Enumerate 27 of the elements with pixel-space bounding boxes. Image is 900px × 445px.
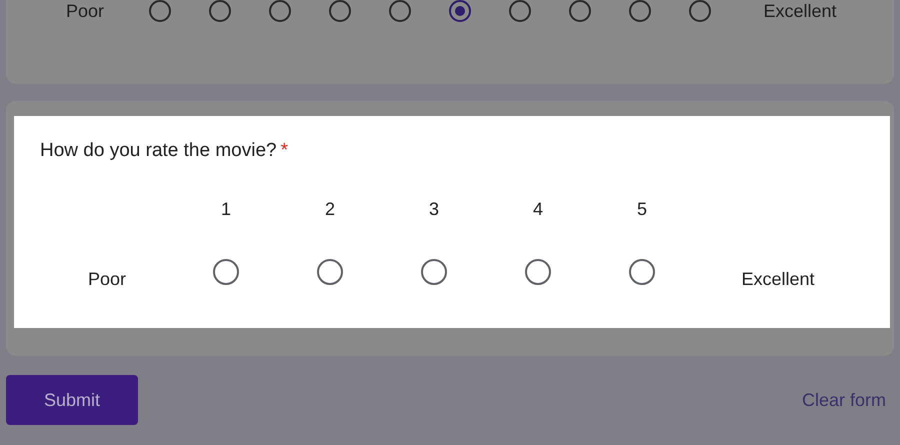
radio-button[interactable]	[269, 0, 291, 22]
scale-number: 3	[428, 198, 439, 220]
radio-button[interactable]	[149, 0, 171, 22]
scale-number: 5	[636, 198, 647, 220]
scale-number: 4	[532, 198, 543, 220]
submit-button[interactable]: Submit	[6, 375, 138, 425]
radio-button[interactable]	[629, 259, 655, 285]
radio-button[interactable]	[689, 0, 711, 22]
radio-button[interactable]	[449, 0, 471, 22]
radio-button[interactable]	[629, 0, 651, 22]
radio-button[interactable]	[213, 259, 239, 285]
radio-button[interactable]	[421, 259, 447, 285]
required-mark: *	[280, 140, 288, 161]
scale-number: 2	[324, 198, 335, 220]
question-text: How do you rate the movie?	[40, 140, 277, 161]
radio-button[interactable]	[209, 0, 231, 22]
low-label: Poor	[66, 0, 104, 20]
radio-button[interactable]	[317, 259, 343, 285]
radio-button[interactable]	[569, 0, 591, 22]
radio-button[interactable]	[509, 0, 531, 22]
high-label: Excellent	[763, 0, 837, 20]
scale-number: 1	[220, 198, 231, 220]
high-label: Excellent	[741, 268, 815, 288]
radio-button[interactable]	[525, 259, 551, 285]
radio-button[interactable]	[389, 0, 411, 22]
low-label: Poor	[88, 268, 126, 288]
radio-button[interactable]	[329, 0, 351, 22]
